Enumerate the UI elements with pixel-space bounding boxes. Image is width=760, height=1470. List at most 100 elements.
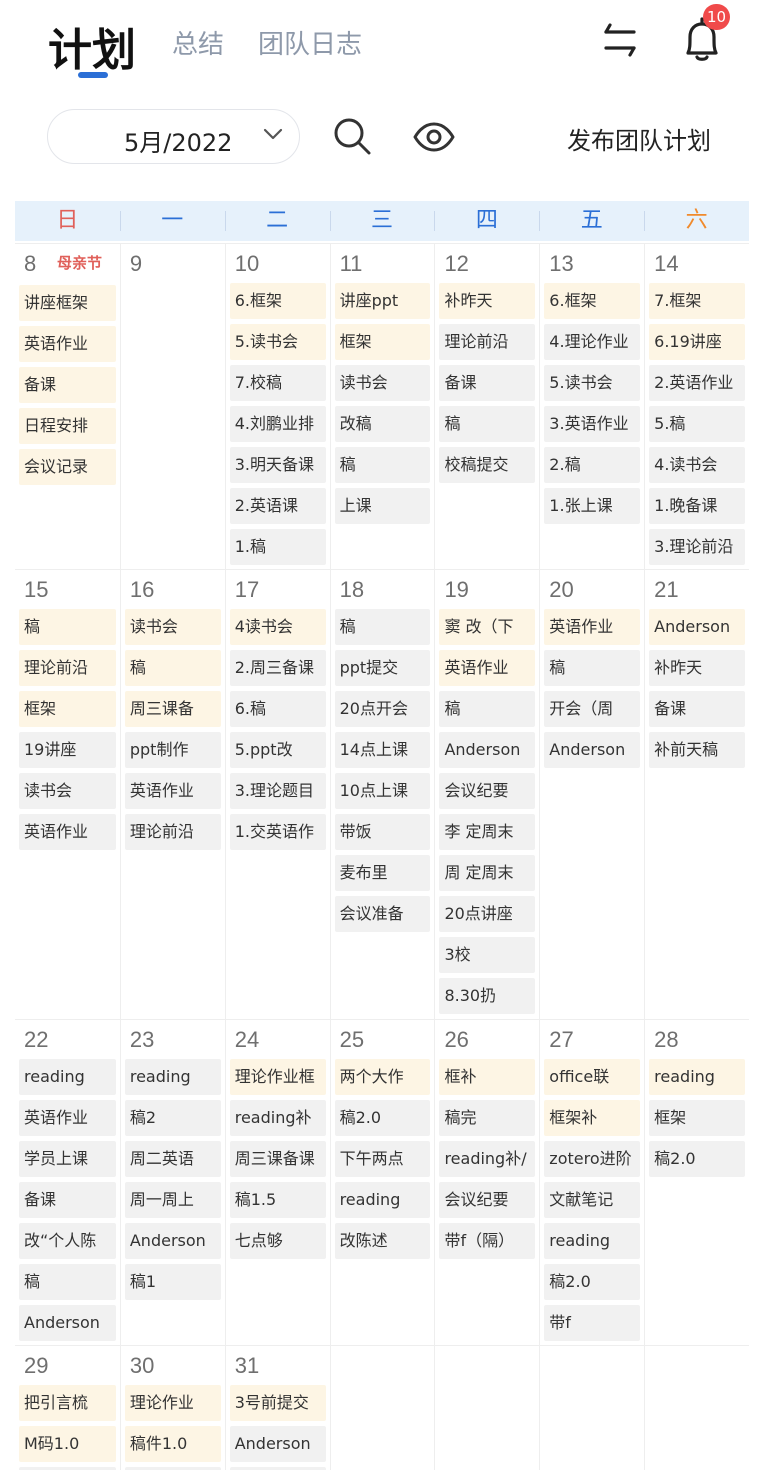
task-item[interactable]: 3.英语作业 bbox=[544, 406, 641, 442]
task-item[interactable]: 稿件1.0 bbox=[124, 1426, 221, 1462]
task-item[interactable]: 读书会 bbox=[19, 773, 116, 809]
task-item[interactable]: 14点上课 bbox=[334, 732, 431, 768]
calendar-day[interactable]: 20 英语作业稿开会（周 Anderson bbox=[539, 570, 644, 1019]
task-item[interactable]: 七点够 bbox=[229, 1223, 326, 1259]
task-item[interactable]: 稿2.0 bbox=[649, 1141, 746, 1177]
calendar-day[interactable]: 31 3号前提交 Anderson bbox=[224, 1346, 330, 1470]
task-item[interactable]: M码1.0 bbox=[19, 1426, 116, 1462]
task-item[interactable]: 稿完 bbox=[439, 1100, 536, 1136]
task-item[interactable]: 理论作业框 bbox=[229, 1059, 326, 1095]
task-item[interactable]: 备课 bbox=[19, 1182, 116, 1218]
calendar-day[interactable]: 25 两个大作 稿2.0 下午两点 reading 改陈述 bbox=[329, 1020, 435, 1345]
task-item[interactable]: 带饭 bbox=[334, 814, 431, 850]
task-item[interactable]: 稿 bbox=[19, 1264, 116, 1300]
task-item[interactable]: 带f（隔） bbox=[439, 1223, 536, 1259]
task-item[interactable]: 周三课备 bbox=[124, 691, 221, 727]
task-item[interactable]: 6.框架 bbox=[544, 283, 641, 319]
task-item[interactable]: 2.英语课 bbox=[229, 488, 326, 524]
task-item[interactable]: 1.晚备课 bbox=[649, 488, 746, 524]
task-item[interactable]: 备课 bbox=[19, 367, 116, 403]
task-item[interactable]: 改“个人陈 bbox=[19, 1223, 116, 1259]
task-item[interactable]: 会议纪要 bbox=[439, 773, 536, 809]
task-item[interactable]: Anderson bbox=[439, 732, 536, 768]
tab-plan[interactable]: 计划 bbox=[48, 14, 136, 78]
task-item[interactable]: 6.19讲座 bbox=[649, 324, 746, 360]
task-item[interactable]: 框架 bbox=[649, 1100, 746, 1136]
task-item[interactable]: reading补 bbox=[229, 1100, 326, 1136]
eye-icon[interactable] bbox=[412, 117, 456, 157]
task-item[interactable]: 10点上课 bbox=[334, 773, 431, 809]
task-item[interactable]: 1.交英语作 bbox=[229, 814, 326, 850]
task-item[interactable]: 英语作业 bbox=[19, 1100, 116, 1136]
task-item[interactable]: 周一周上 bbox=[124, 1182, 221, 1218]
task-item[interactable]: 稿1.5 bbox=[229, 1182, 326, 1218]
task-item[interactable]: 窦 改（下 bbox=[439, 609, 536, 645]
task-item[interactable]: 19讲座 bbox=[19, 732, 116, 768]
calendar-day[interactable]: 21 Anderson 补昨天 备课 补前天稿 bbox=[644, 570, 749, 1019]
task-item[interactable]: 英语作业 bbox=[19, 326, 116, 362]
calendar-day[interactable]: 13 6.框架 4.理论作业 5.读书会 3.英语作业 2.稿 1.张上课 bbox=[539, 244, 644, 569]
calendar-day[interactable]: 16 读书会稿周三课备 ppt制作 英语作业 理论前沿 bbox=[119, 570, 225, 1019]
calendar-day[interactable]: 30 理论作业 稿件1.0 bbox=[119, 1346, 225, 1470]
task-item[interactable]: 会议记录 bbox=[19, 449, 116, 485]
task-item[interactable]: 读书会 bbox=[124, 609, 221, 645]
task-item[interactable]: 周二英语 bbox=[124, 1141, 221, 1177]
task-item[interactable]: 2.英语作业 bbox=[649, 365, 746, 401]
task-item[interactable]: reading bbox=[544, 1223, 641, 1259]
task-item[interactable]: 5.ppt改 bbox=[229, 732, 326, 768]
task-item[interactable]: 理论作业 bbox=[124, 1385, 221, 1421]
task-item[interactable]: 稿1 bbox=[124, 1264, 221, 1300]
calendar-day[interactable]: 27 office联 框架补 zotero进阶 文献笔记 reading 稿2.0 带f bbox=[539, 1020, 644, 1345]
task-item[interactable]: 6.框架 bbox=[229, 283, 326, 319]
calendar-day[interactable]: 19 窦 改（下 英语作业稿 Anderson 会议纪要李 定周末周 定周末 20点讲座 3… bbox=[434, 570, 539, 1019]
task-item[interactable]: 5.稿 bbox=[649, 406, 746, 442]
task-item[interactable]: 稿 bbox=[19, 609, 116, 645]
task-item[interactable]: 文献笔记 bbox=[544, 1182, 641, 1218]
task-item[interactable]: 4.理论作业 bbox=[544, 324, 641, 360]
task-item[interactable]: reading bbox=[649, 1059, 746, 1095]
task-item[interactable]: 补前天稿 bbox=[649, 732, 746, 768]
calendar-day[interactable]: 14 7.框架 6.19讲座 2.英语作业 5.稿 4.读书会 1.晚备课 3.理论前沿 bbox=[644, 244, 749, 569]
task-item[interactable]: Anderson bbox=[544, 732, 641, 768]
task-item[interactable]: 讲座框架 bbox=[19, 285, 116, 321]
task-item[interactable]: 把引言梳 bbox=[19, 1385, 116, 1421]
task-item[interactable]: 理论前沿 bbox=[124, 814, 221, 850]
task-item[interactable]: 框架 bbox=[19, 691, 116, 727]
task-item[interactable]: 带f bbox=[544, 1305, 641, 1341]
task-item[interactable]: 6.稿 bbox=[229, 691, 326, 727]
chevron-down-icon[interactable] bbox=[262, 126, 284, 146]
task-item[interactable]: 英语作业 bbox=[124, 773, 221, 809]
task-item[interactable]: 3号前提交 bbox=[229, 1385, 326, 1421]
task-item[interactable]: 讲座ppt bbox=[334, 283, 431, 319]
task-item[interactable]: 稿2.0 bbox=[334, 1100, 431, 1136]
task-item[interactable]: 两个大作 bbox=[334, 1059, 431, 1095]
calendar-day[interactable]: 11 讲座ppt 框架 读书会 改稿稿上课 bbox=[329, 244, 435, 569]
calendar-day[interactable]: 17 4读书会 2.周三备课 6.稿 5.ppt改 3.理论题目 1.交英语作 bbox=[224, 570, 330, 1019]
task-item[interactable]: 英语作业 bbox=[19, 814, 116, 850]
publish-team-plan-button[interactable]: 发布团队计划 bbox=[567, 121, 711, 156]
task-item[interactable]: 4.刘鹏业排 bbox=[229, 406, 326, 442]
task-item[interactable]: 理论前沿 bbox=[19, 650, 116, 686]
task-item[interactable]: 稿 bbox=[439, 691, 536, 727]
task-item[interactable]: 周 定周末 bbox=[439, 855, 536, 891]
task-item[interactable]: reading bbox=[19, 1059, 116, 1095]
task-item[interactable]: Anderson bbox=[229, 1426, 326, 1462]
task-item[interactable]: 麦布里 bbox=[334, 855, 431, 891]
task-item[interactable]: 下午两点 bbox=[334, 1141, 431, 1177]
calendar-day[interactable]: 15 稿理论前沿 框架 19讲座 读书会 英语作业 bbox=[15, 570, 120, 1019]
search-icon[interactable] bbox=[331, 115, 373, 157]
task-item[interactable]: 1.张上课 bbox=[544, 488, 641, 524]
task-item[interactable]: Anderson bbox=[124, 1223, 221, 1259]
calendar-day[interactable]: 23 reading 稿2 周二英语 周一周上 Anderson 稿1 bbox=[119, 1020, 225, 1345]
task-item[interactable]: 5.读书会 bbox=[229, 324, 326, 360]
task-item[interactable]: 会议纪要 bbox=[439, 1182, 536, 1218]
task-item[interactable]: 开会（周 bbox=[544, 691, 641, 727]
task-item[interactable]: 稿 bbox=[334, 447, 431, 483]
task-item[interactable]: 学员上课 bbox=[19, 1141, 116, 1177]
task-item[interactable]: 2.周三备课 bbox=[229, 650, 326, 686]
calendar-day[interactable]: 24 理论作业框 reading补 周三课备课 稿1.5 七点够 bbox=[224, 1020, 330, 1345]
task-item[interactable]: 日程安排 bbox=[19, 408, 116, 444]
task-item[interactable]: 周三课备课 bbox=[229, 1141, 326, 1177]
task-item[interactable]: 稿 bbox=[544, 650, 641, 686]
task-item[interactable]: reading补/ bbox=[439, 1141, 536, 1177]
